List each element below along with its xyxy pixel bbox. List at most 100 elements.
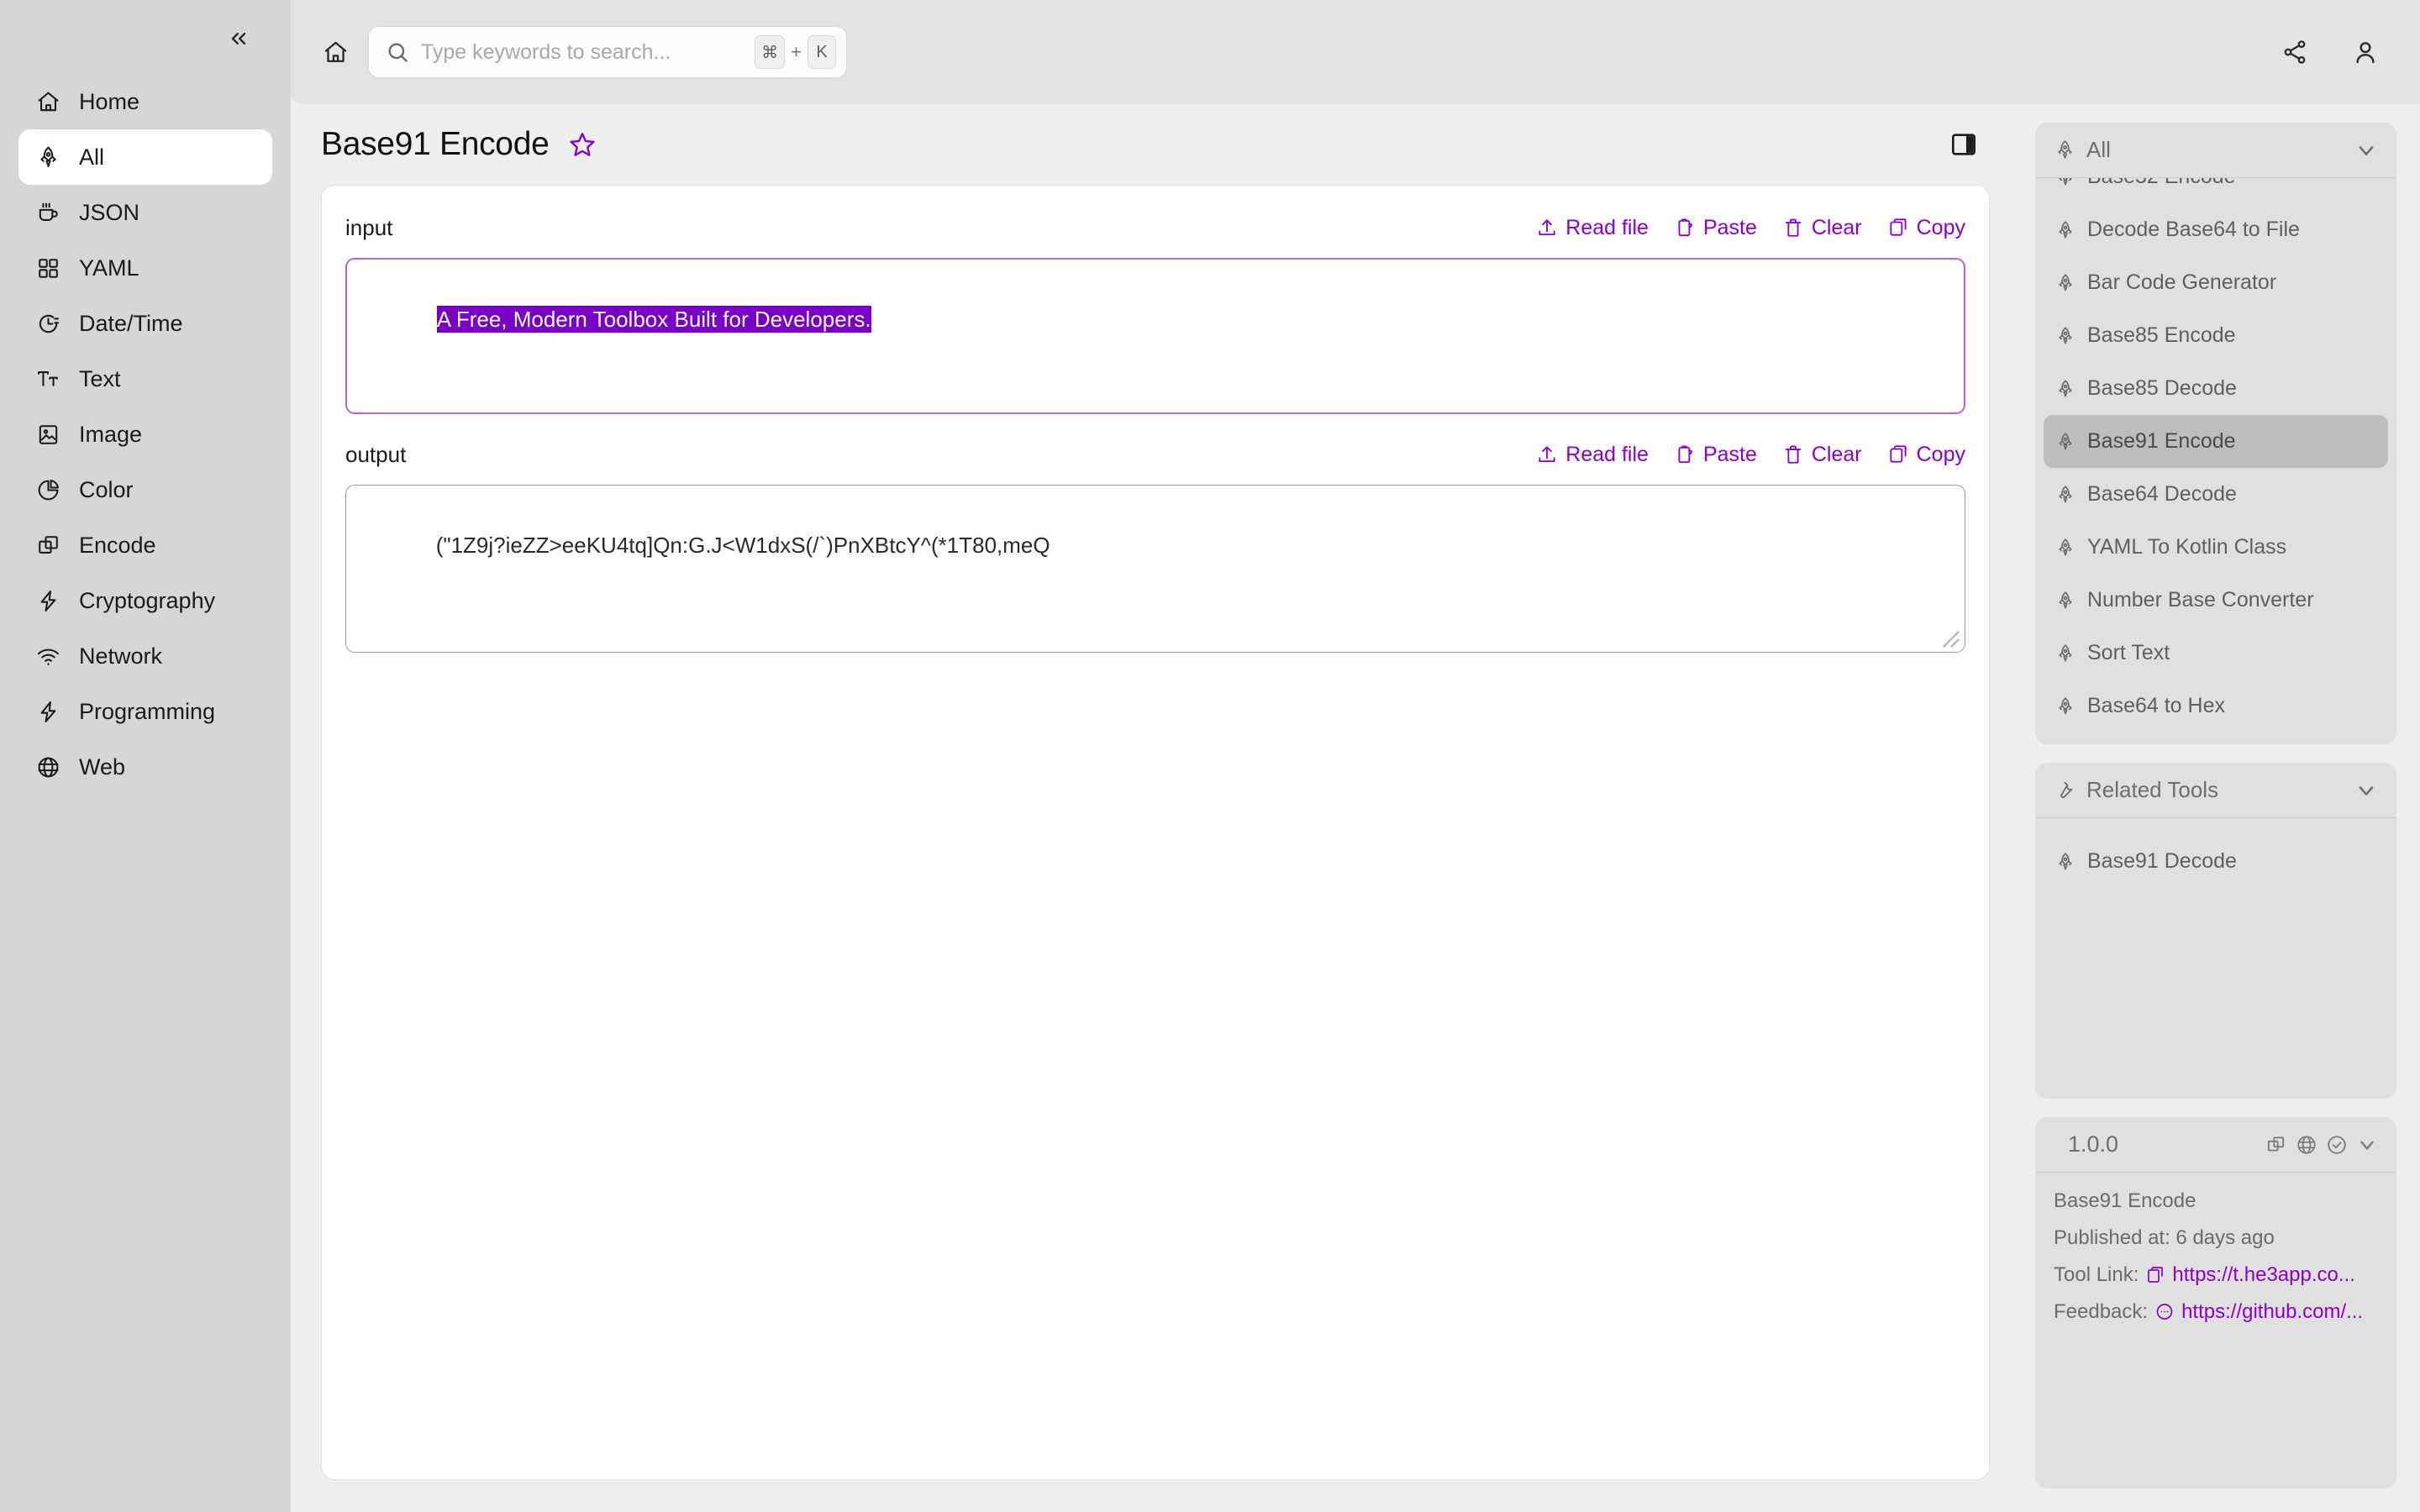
related-tools-card: Related Tools Base91 Decode [2035, 763, 2396, 1099]
related-tool-item[interactable]: Base91 Decode [2044, 835, 2388, 888]
rocket-icon [2059, 591, 2072, 608]
clipboard-icon [1678, 218, 1693, 237]
sidebar-item-date-time[interactable]: Date/Time [18, 296, 272, 351]
rocket-icon [2055, 537, 2076, 558]
tool-list-item-label: Sort Text [2087, 641, 2170, 664]
read-file-button[interactable]: Read file [1536, 443, 1649, 467]
resize-handle[interactable] [1942, 630, 1960, 648]
tool-list-item[interactable]: Base32 Encode [2044, 178, 2388, 203]
output-textarea[interactable]: ("1Z9j?ieZZ>eeKU4tq]Qn:G.J<W1dxS(/`)PnXB… [345, 485, 1965, 653]
sidebar-item-image[interactable]: Image [18, 407, 272, 462]
tool-list-item[interactable]: Decode Base64 to File [2044, 203, 2388, 256]
output-field-header: output Read file Paste Clear Copy [345, 436, 1965, 473]
all-tools-list[interactable]: Base32 Encode Decode Base64 to File Bar Co… [2035, 178, 2396, 744]
input-field-header: input Read file Paste Clear Copy [345, 209, 1965, 246]
shortcut-plus: + [791, 41, 802, 62]
sidebar-item-network[interactable]: Network [18, 628, 272, 684]
home-button[interactable] [313, 29, 358, 75]
rocket-icon [2055, 851, 2076, 872]
tool-list-item[interactable]: Base64 to Hex [2044, 680, 2388, 732]
tool-link[interactable]: https://t.he3app.co... [2145, 1263, 2355, 1287]
related-tools-header[interactable]: Related Tools [2035, 763, 2396, 818]
rocket-icon [2059, 538, 2072, 555]
image-icon [35, 422, 60, 447]
sidebar-item-home[interactable]: Home [18, 74, 272, 129]
chevron-down-icon[interactable] [2355, 1133, 2378, 1156]
search-box[interactable]: ⌘ + K [368, 26, 847, 78]
layers-icon[interactable] [2265, 1133, 2287, 1156]
sidebar-item-label: Web [79, 753, 126, 780]
all-tools-header[interactable]: All [2035, 123, 2396, 178]
action-label: Paste [1702, 442, 1757, 466]
layers-icon [35, 533, 60, 558]
toggle-right-panel-button[interactable] [1944, 125, 1983, 164]
clipboard-icon [1678, 445, 1693, 464]
related-tools-title: Related Tools [2086, 777, 2219, 802]
sidebar-item-all[interactable]: All [18, 129, 272, 185]
left-sidebar: Home All JSON YAML Date/Time Text Image Color En… [0, 0, 291, 1512]
tool-list-item[interactable]: Base64 Decode [2044, 468, 2388, 521]
copy-button[interactable]: Copy [1887, 443, 1965, 467]
tool-list-item-label: YAML To Kotlin Class [2087, 535, 2287, 559]
user-icon [2356, 42, 2375, 64]
sidebar-item-cryptography[interactable]: Cryptography [18, 573, 272, 628]
sidebar-item-label: Encode [79, 532, 156, 558]
home-icon [35, 89, 60, 114]
shortcut-key-k: K [808, 35, 836, 69]
paste-button[interactable]: Paste [1674, 443, 1757, 467]
sidebar-item-yaml[interactable]: YAML [18, 240, 272, 296]
sidebar-item-label: Cryptography [79, 587, 216, 613]
sidebar-item-color[interactable]: Color [18, 462, 272, 517]
rocket-icon [2059, 273, 2072, 291]
rocket-icon [2059, 432, 2072, 449]
paste-button[interactable]: Paste [1674, 216, 1757, 240]
copy-button[interactable]: Copy [1887, 216, 1965, 240]
all-tools-title: All [2086, 137, 2111, 162]
tool-list-item[interactable]: YAML To Kotlin Class [2044, 521, 2388, 574]
chevron-down-icon[interactable] [2354, 779, 2378, 802]
sidebar-item-web[interactable]: Web [18, 739, 272, 795]
wifi-icon [35, 643, 60, 669]
sidebar-item-programming[interactable]: Programming [18, 684, 272, 739]
action-label: Copy [1916, 442, 1965, 466]
check-circle-icon[interactable] [2325, 1133, 2348, 1156]
chevron-down-icon[interactable] [2354, 139, 2378, 162]
share-button[interactable] [2275, 33, 2314, 71]
read-file-button[interactable]: Read file [1536, 216, 1649, 240]
favorite-button[interactable] [566, 128, 599, 161]
tool-list-item[interactable]: Base85 Decode [2044, 362, 2388, 415]
feedback-link[interactable]: https://github.com/... [2154, 1300, 2363, 1324]
tool-list-item[interactable]: Base91 Encode [2044, 415, 2388, 468]
coffee-icon [35, 200, 60, 225]
tool-list-item[interactable]: Bar Code Generator [2044, 256, 2388, 309]
rocket-icon [2059, 696, 2072, 714]
version-tool-link-row: Tool Link: https://t.he3app.co... [2054, 1263, 2378, 1287]
page-header: Base91 Encode [291, 104, 2020, 185]
globe-icon [35, 754, 60, 780]
pie-chart-icon [35, 477, 60, 502]
sidebar-item-encode[interactable]: Encode [18, 517, 272, 573]
tool-link-value: https://t.he3app.co... [2172, 1263, 2355, 1286]
sidebar-item-text[interactable]: Text [18, 351, 272, 407]
globe-icon[interactable] [2295, 1133, 2317, 1156]
input-textarea[interactable]: A Free, Modern Toolbox Built for Develop… [345, 258, 1965, 414]
grid-icon [35, 255, 60, 281]
rocket-icon [2059, 326, 2072, 344]
related-tool-label: Base91 Decode [2087, 849, 2237, 873]
search-input[interactable] [421, 39, 744, 65]
sidebar-item-json[interactable]: JSON [18, 185, 272, 240]
collapse-sidebar-button[interactable] [220, 20, 257, 57]
rocket-icon [2055, 178, 2076, 187]
version-body: Base91 Encode Published at: 6 days ago T… [2035, 1173, 2396, 1341]
account-button[interactable] [2346, 33, 2385, 71]
action-label: Read file [1565, 442, 1649, 466]
clear-button[interactable]: Clear [1782, 443, 1862, 467]
tool-list-item[interactable]: Sort Text [2044, 627, 2388, 680]
tool-list-item[interactable]: Number Base Converter [2044, 574, 2388, 627]
tool-list-item-label: Base64 Decode [2087, 482, 2237, 506]
app-root: Home All JSON YAML Date/Time Text Image Color En… [0, 0, 2420, 1512]
clear-button[interactable]: Clear [1782, 216, 1862, 240]
sidebar-item-label: YAML [79, 255, 139, 281]
tool-list-item[interactable]: Base85 Encode [2044, 309, 2388, 362]
version-number: 1.0.0 [2068, 1131, 2119, 1157]
